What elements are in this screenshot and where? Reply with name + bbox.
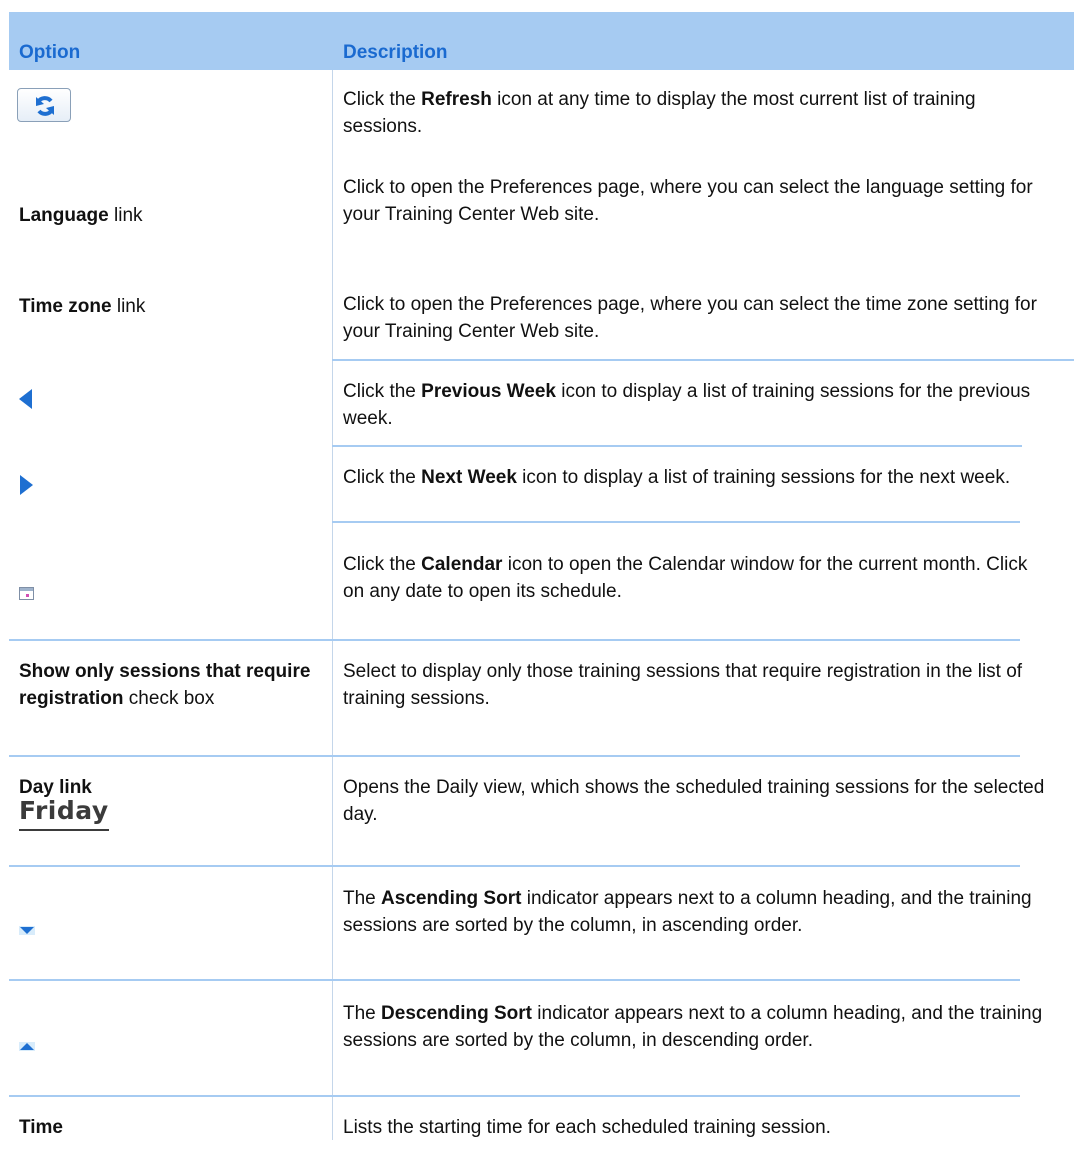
refresh-icon <box>36 96 54 116</box>
show-only-registration-option: Show only sessions that require registra… <box>19 658 324 712</box>
description-text: Opens the Daily view, which shows the sc… <box>343 777 1045 825</box>
row-separator <box>332 445 1022 447</box>
description-bold: Descending Sort <box>381 1003 533 1024</box>
language-link-option: Language link <box>19 202 319 229</box>
time-zone-link-option: Time zone link <box>19 293 319 320</box>
column-divider <box>332 310 333 380</box>
description-text: The <box>343 1003 382 1024</box>
row-registration-description: Select to display only those training se… <box>343 658 1053 712</box>
description-text: Click the <box>343 467 422 488</box>
description-text: Click to open the Preferences page, wher… <box>343 177 1033 225</box>
option-text: check box <box>123 688 215 709</box>
row-separator <box>9 865 1020 867</box>
description-text: Click the <box>343 554 422 575</box>
row-separator <box>9 639 1020 641</box>
option-bold: Time <box>19 1117 64 1138</box>
row-previous-week-description: Click the Previous Week icon to display … <box>343 378 1053 432</box>
description-bold: Refresh <box>421 89 492 110</box>
description-bold: Previous Week <box>421 381 556 402</box>
description-bold: Ascending Sort <box>381 888 522 909</box>
column-divider <box>332 70 333 310</box>
row-ascending-sort-description: The Ascending Sort indicator appears nex… <box>343 885 1053 939</box>
description-bold: Next Week <box>421 467 517 488</box>
options-table: Option Description Click the Refresh ico… <box>0 0 1074 1150</box>
description-text: icon to display a list of training sessi… <box>516 467 1011 488</box>
description-text: The <box>343 888 382 909</box>
row-separator <box>9 1095 1020 1097</box>
description-bold: Calendar <box>421 554 503 575</box>
description-text: Click the <box>343 89 422 110</box>
row-language-description: Click to open the Preferences page, wher… <box>343 174 1053 228</box>
row-time-zone-description: Click to open the Preferences page, wher… <box>343 291 1053 345</box>
ascending-sort-icon[interactable] <box>19 926 35 935</box>
row-separator <box>9 979 1020 981</box>
day-link-friday[interactable]: Friday <box>19 795 109 831</box>
next-week-icon[interactable] <box>20 475 34 495</box>
description-text: Click to open the Preferences page, wher… <box>343 294 1037 342</box>
option-bold: Time zone <box>19 296 112 317</box>
row-day-link-description: Opens the Daily view, which shows the sc… <box>343 774 1053 828</box>
table-header-band <box>9 12 1074 70</box>
row-next-week-description: Click the Next Week icon to display a li… <box>343 464 1053 491</box>
row-separator <box>332 521 1020 523</box>
row-time-description: Lists the starting time for each schedul… <box>343 1114 1053 1141</box>
column-divider <box>332 380 333 1140</box>
description-text: Click the <box>343 381 422 402</box>
previous-week-icon[interactable] <box>19 389 33 409</box>
description-text: Lists the starting time for each schedul… <box>343 1117 831 1138</box>
description-text: Select to display only those training se… <box>343 661 1023 709</box>
calendar-icon[interactable] <box>19 587 34 600</box>
option-text: link <box>111 296 146 317</box>
refresh-button[interactable] <box>17 88 71 122</box>
row-calendar-description: Click the Calendar icon to open the Cale… <box>343 551 1053 605</box>
row-separator <box>332 359 1074 361</box>
row-descending-sort-description: The Descending Sort indicator appears ne… <box>343 1000 1053 1054</box>
description-column-header: Description <box>343 42 448 63</box>
row-refresh-description: Click the Refresh icon at any time to di… <box>343 86 1053 140</box>
option-column-header: Option <box>19 42 81 63</box>
option-text: link <box>108 205 143 226</box>
time-option: Time <box>19 1114 319 1141</box>
row-separator <box>9 755 1020 757</box>
descending-sort-icon[interactable] <box>19 1042 35 1051</box>
option-bold: Language <box>19 205 109 226</box>
